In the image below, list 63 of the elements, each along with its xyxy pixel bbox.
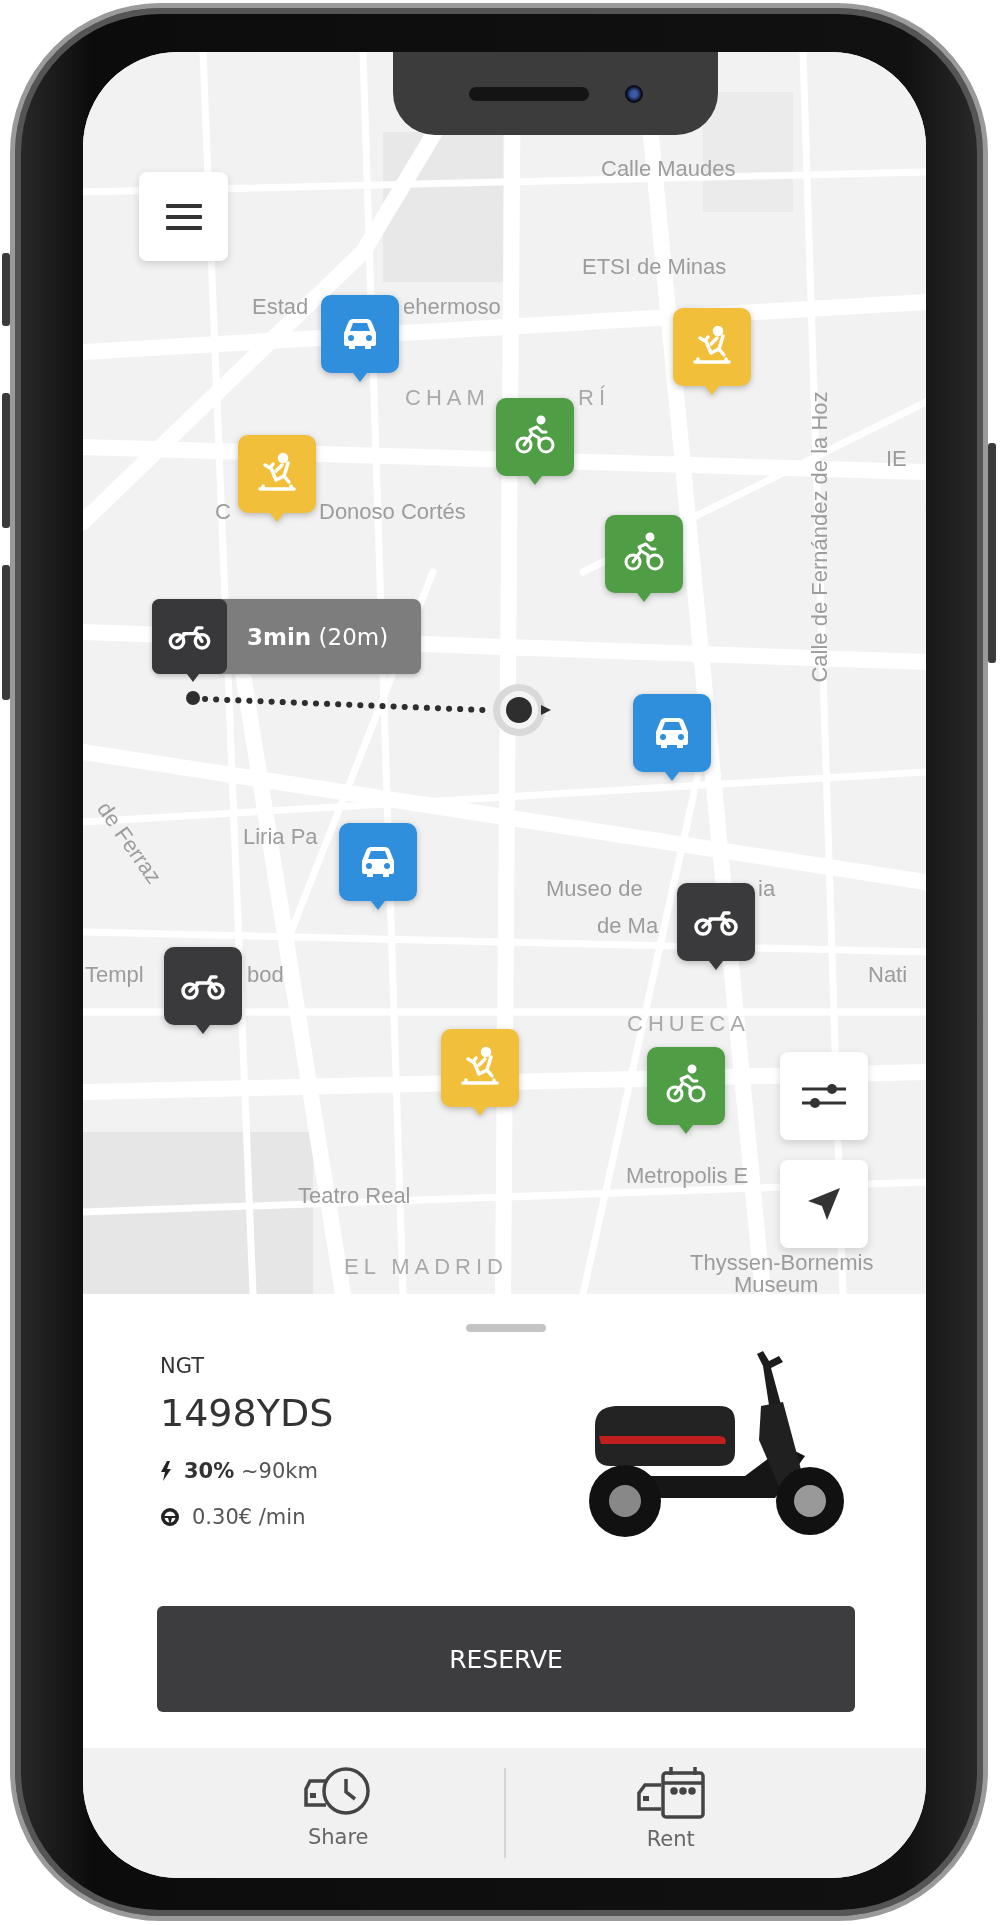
motorbike-icon: [152, 599, 227, 674]
motorbike-icon: [694, 911, 738, 936]
map-marker[interactable]: [238, 435, 316, 523]
map-marker[interactable]: [339, 823, 417, 911]
drag-handle[interactable]: [466, 1324, 546, 1332]
camera-lens: [624, 84, 643, 103]
license-plate: 1498YDS: [160, 1390, 334, 1437]
map-marker[interactable]: [673, 308, 751, 396]
map-label: Estad: [252, 294, 309, 320]
map-marker[interactable]: [605, 515, 683, 603]
nav-tab[interactable]: Share: [173, 1755, 504, 1871]
map-label: de Ma: [597, 913, 659, 939]
motorbike-icon: [181, 975, 225, 1000]
eta-label: 3min (20m): [247, 623, 389, 650]
map-label: Templ: [85, 962, 144, 988]
map-label: bod: [247, 962, 284, 988]
map-label: Metropolis E: [626, 1163, 749, 1189]
map-label: Donoso Cortés: [319, 499, 466, 525]
car-icon: [362, 847, 394, 877]
battery-range: 30% ~90km: [184, 1458, 318, 1485]
nav-tab[interactable]: Rent: [505, 1755, 836, 1871]
map-marker[interactable]: [633, 694, 711, 782]
menu-icon: [165, 203, 202, 230]
cyclist-icon: [515, 415, 555, 454]
menu-button[interactable]: [139, 172, 228, 261]
map-marker[interactable]: [441, 1029, 519, 1117]
map-label: ETSI de Minas: [582, 254, 727, 280]
location-marker: [491, 682, 553, 738]
map-label: ia: [758, 876, 776, 902]
exercise-machine-icon: [693, 325, 731, 364]
map-label: C: [215, 499, 231, 525]
map-marker[interactable]: [164, 947, 242, 1035]
map-label: Teatro Real: [298, 1183, 411, 1209]
reserve-button[interactable]: RESERVE: [157, 1606, 855, 1712]
price-per-minute: 0.30€ /min: [192, 1504, 306, 1531]
map-label: CHAM: [405, 385, 490, 411]
map-label: Museo de: [546, 876, 643, 902]
map-label: ehermoso: [403, 294, 501, 320]
map-label: IE: [886, 446, 907, 472]
exercise-machine-icon: [461, 1046, 499, 1085]
map-label: Nati: [868, 962, 908, 988]
map-label: Calle Maudes: [601, 156, 736, 182]
map-marker[interactable]: [647, 1047, 725, 1135]
navigation-arrow-icon: [807, 1187, 841, 1221]
car-icon: [344, 319, 376, 349]
sliders-icon: [802, 1081, 846, 1111]
map-marker[interactable]: [496, 398, 574, 486]
vehicle-brand: NGT: [160, 1353, 206, 1380]
map-marker[interactable]: [677, 883, 755, 971]
map-label: Calle de Fernández de la Hoz: [807, 391, 833, 683]
map-label: EL MADRID: [344, 1254, 508, 1280]
filter-button[interactable]: [780, 1052, 868, 1140]
exercise-machine-icon: [258, 452, 296, 491]
map-label: CHUECA: [627, 1011, 750, 1037]
map-marker[interactable]: [321, 295, 399, 383]
cyclist-icon: [624, 532, 664, 571]
car-icon: [656, 718, 688, 748]
steering-wheel-icon: [160, 1507, 180, 1527]
locate-button[interactable]: [780, 1160, 868, 1248]
cyclist-icon: [666, 1064, 706, 1103]
map-label: RÍ: [578, 385, 610, 411]
lightning-icon: [160, 1461, 172, 1481]
map-label: Liria Pa: [243, 824, 318, 850]
